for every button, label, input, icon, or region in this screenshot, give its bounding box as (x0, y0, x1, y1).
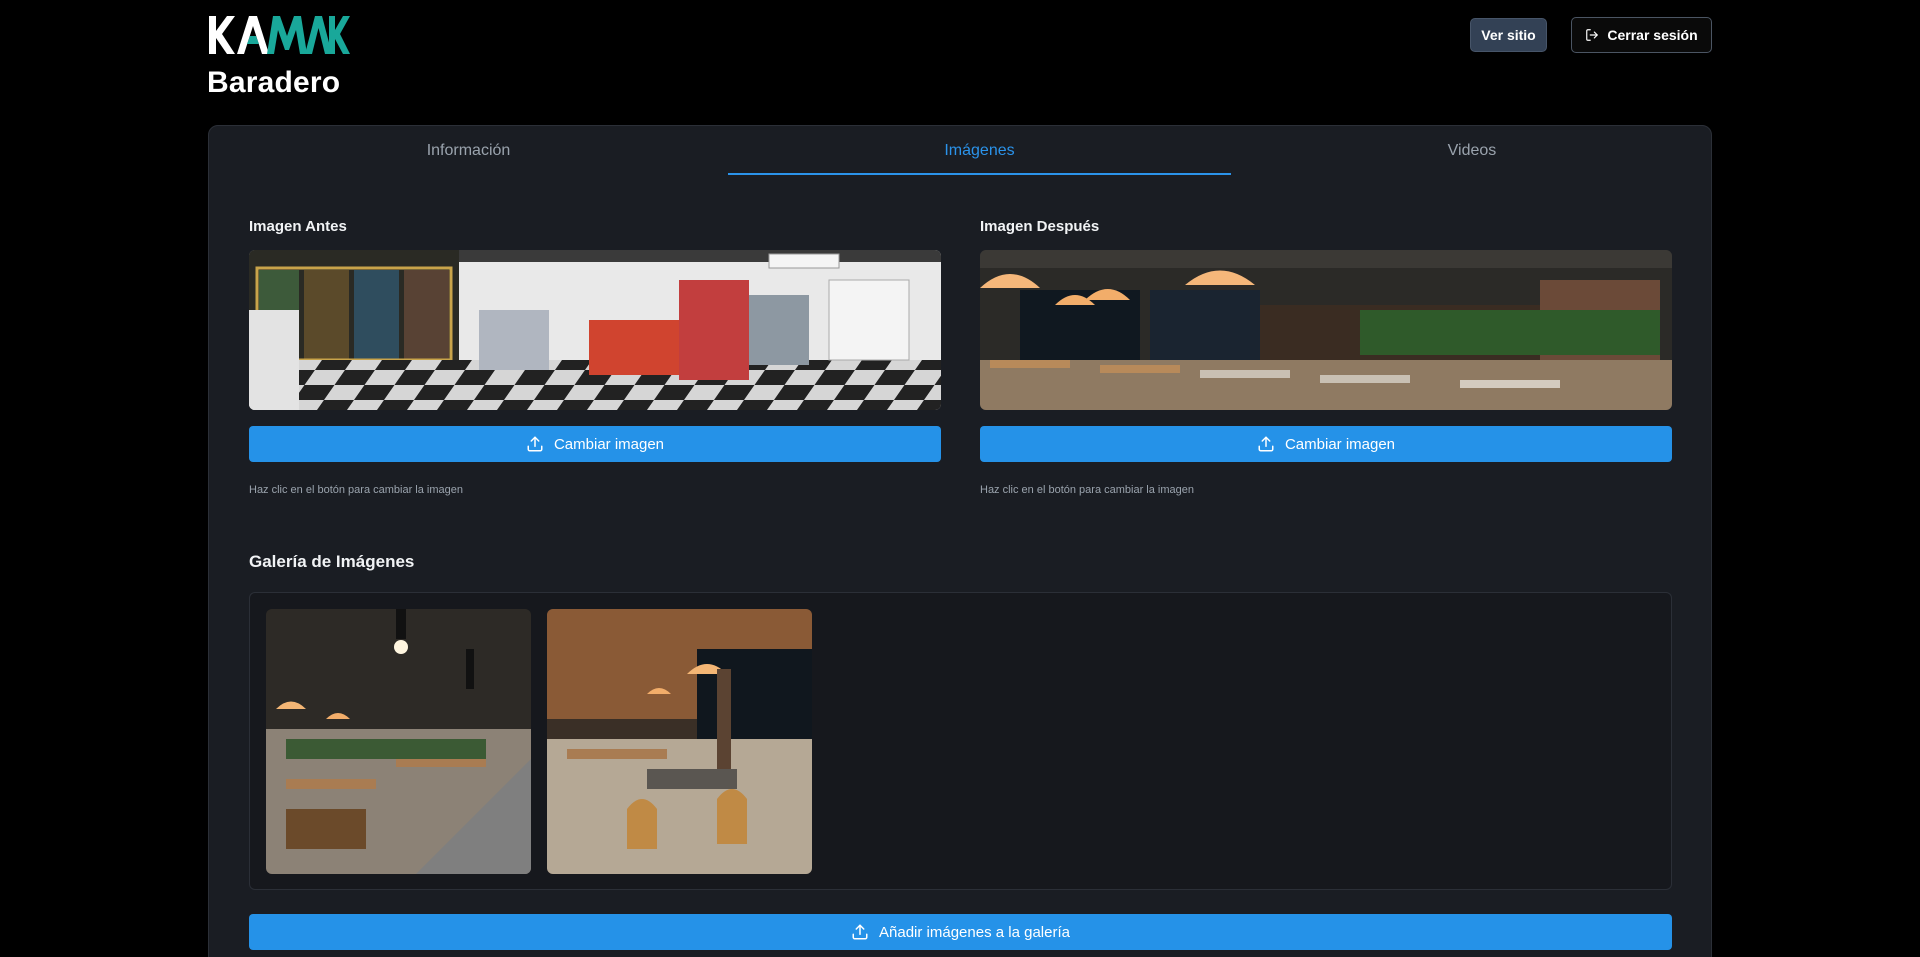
active-tab-indicator (728, 173, 1231, 175)
before-image (249, 250, 941, 410)
change-before-image-button[interactable]: Cambiar imagen (249, 426, 941, 462)
before-image-hint: Haz clic en el botón para cambiar la ima… (249, 484, 464, 496)
upload-icon (851, 923, 869, 941)
logout-icon (1585, 28, 1599, 42)
gallery-title: Galería de Imágenes (249, 552, 415, 571)
after-image (980, 250, 1672, 410)
ver-sitio-button[interactable]: Ver sitio (1470, 18, 1547, 52)
gallery-image[interactable] (266, 609, 531, 874)
upload-icon (526, 435, 544, 453)
add-gallery-images-label: Añadir imágenes a la galería (879, 923, 1070, 941)
page: Baradero Ver sitio Cerrar sesión Informa… (0, 0, 1920, 957)
before-image-title: Imagen Antes (249, 218, 347, 235)
after-image-hint: Haz clic en el botón para cambiar la ima… (980, 484, 1195, 496)
site-title: Baradero (207, 66, 341, 99)
change-before-image-label: Cambiar imagen (553, 435, 665, 453)
tab-imagenes[interactable]: Imágenes (728, 126, 1231, 176)
editor-card: Información Imágenes Videos Imagen Antes (208, 125, 1712, 957)
gallery-image[interactable] (547, 609, 812, 874)
tab-videos[interactable]: Videos (1231, 126, 1713, 176)
gallery-grid (249, 592, 1672, 890)
tab-informacion[interactable]: Información (209, 126, 728, 176)
add-gallery-images-button[interactable]: Añadir imágenes a la galería (249, 914, 1672, 950)
tab-bar: Información Imágenes Videos (209, 126, 1711, 176)
after-image-title: Imagen Después (980, 218, 1100, 235)
change-after-image-label: Cambiar imagen (1284, 435, 1396, 453)
logout-label: Cerrar sesión (1607, 27, 1698, 43)
upload-icon (1257, 435, 1275, 453)
logout-button[interactable]: Cerrar sesión (1571, 17, 1712, 53)
kamak-logo[interactable] (207, 14, 351, 56)
change-after-image-button[interactable]: Cambiar imagen (980, 426, 1672, 462)
